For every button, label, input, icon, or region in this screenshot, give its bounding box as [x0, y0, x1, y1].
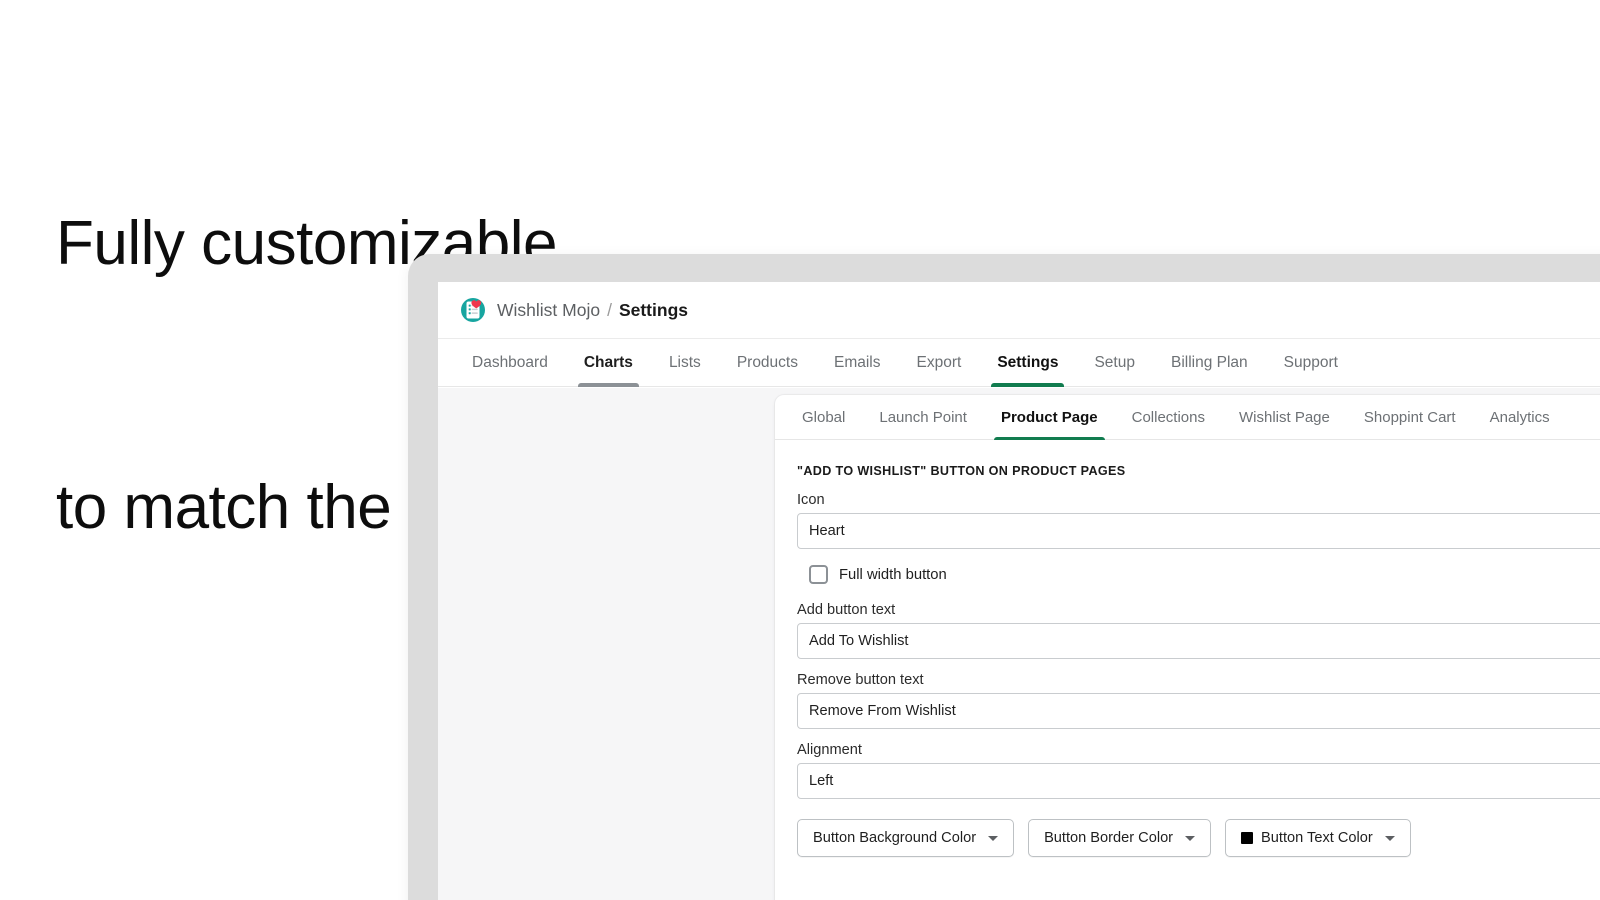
- section-heading: "ADD TO WISHLIST" BUTTON ON PRODUCT PAGE…: [797, 464, 1126, 478]
- sub-tab-underline: [872, 437, 974, 440]
- icon-select-value: Heart: [809, 523, 845, 539]
- sub-tab-launch-point[interactable]: Launch Point: [862, 395, 984, 439]
- nav-tab-products[interactable]: Products: [719, 339, 816, 386]
- nav-tab-label: Charts: [583, 353, 633, 371]
- nav-tab-setup[interactable]: Setup: [1076, 339, 1153, 386]
- sub-tab-label: Shoppint Cart: [1363, 408, 1456, 426]
- full-width-button-checkbox-row[interactable]: Full width button: [809, 565, 1600, 584]
- nav-tab-underline: [911, 383, 968, 387]
- nav-tab-export[interactable]: Export: [899, 339, 980, 386]
- nav-tab-support[interactable]: Support: [1266, 339, 1356, 386]
- nav-tab-label: Products: [736, 353, 798, 371]
- button-border-color-picker[interactable]: Button Border Color: [1028, 819, 1212, 857]
- button-text-color-label: Button Text Color: [1261, 830, 1373, 846]
- nav-tab-underline: [663, 383, 707, 387]
- color-swatch-icon: [1241, 832, 1254, 844]
- alignment-select[interactable]: Left: [797, 763, 1600, 799]
- button-border-color-label: Button Border Color: [1044, 830, 1174, 846]
- primary-nav-tabs: Dashboard Charts Lists Products Emails E…: [438, 339, 1600, 387]
- settings-card: Global Launch Point Product Page Collect…: [775, 395, 1600, 900]
- product-page-settings-form: "ADD TO WISHLIST" BUTTON ON PRODUCT PAGE…: [775, 440, 1600, 867]
- chevron-down-icon: [1185, 835, 1196, 841]
- add-button-text-value: Add To Wishlist: [809, 633, 909, 649]
- nav-tab-charts[interactable]: Charts: [566, 339, 651, 387]
- settings-sub-tabs: Global Launch Point Product Page Collect…: [775, 395, 1600, 440]
- chevron-down-icon: [988, 835, 999, 841]
- color-picker-button-row: Button Background Color Button Border Co…: [797, 819, 1600, 857]
- nav-tab-underline: [577, 383, 639, 387]
- sub-tab-analytics[interactable]: Analytics: [1473, 395, 1567, 439]
- full-width-button-checkbox[interactable]: [809, 565, 828, 584]
- nav-tab-emails[interactable]: Emails: [816, 339, 899, 386]
- nav-tab-label: Support: [1283, 353, 1338, 371]
- sub-tab-underline: [1232, 437, 1337, 440]
- sub-tab-label: Collections: [1131, 408, 1205, 426]
- nav-tab-label: Emails: [833, 353, 881, 371]
- sub-tab-global[interactable]: Global: [785, 395, 862, 439]
- alignment-value: Left: [809, 773, 834, 789]
- nav-tab-label: Settings: [997, 353, 1059, 371]
- breadcrumb-separator: /: [607, 299, 612, 320]
- nav-tab-label: Lists: [668, 353, 701, 371]
- icon-field-label: Icon: [797, 492, 825, 508]
- field-alignment: Alignment Left: [797, 742, 1600, 799]
- remove-button-text-input[interactable]: Remove From Wishlist: [797, 693, 1600, 729]
- sub-tab-collections[interactable]: Collections: [1115, 395, 1222, 439]
- sub-tab-label: Global: [802, 408, 846, 426]
- nav-tab-underline: [1278, 383, 1344, 387]
- nav-tab-label: Billing Plan: [1170, 353, 1248, 371]
- sub-tab-underline: [1125, 437, 1212, 440]
- alignment-label: Alignment: [797, 742, 862, 758]
- app-body: Global Launch Point Product Page Collect…: [438, 388, 1600, 900]
- breadcrumb-current-page: Settings: [618, 299, 688, 320]
- nav-tab-underline: [1088, 383, 1141, 387]
- device-screen: Wishlist Mojo / Settings Dashboard Chart…: [438, 282, 1600, 900]
- app-topbar: Wishlist Mojo / Settings: [438, 282, 1600, 339]
- nav-tab-dashboard[interactable]: Dashboard: [454, 339, 566, 386]
- sub-tab-underline: [1357, 437, 1463, 440]
- sub-tab-product-page[interactable]: Product Page: [984, 395, 1115, 440]
- nav-tab-settings[interactable]: Settings: [979, 339, 1076, 387]
- nav-tab-label: Dashboard: [472, 353, 548, 371]
- sub-tab-underline: [1483, 437, 1557, 440]
- button-text-color-picker[interactable]: Button Text Color: [1225, 819, 1411, 857]
- sub-tab-label: Analytics: [1489, 408, 1550, 426]
- sub-tab-label: Wishlist Page: [1239, 408, 1330, 426]
- button-background-color-label: Button Background Color: [813, 830, 977, 846]
- nav-tab-billing-plan[interactable]: Billing Plan: [1153, 339, 1266, 386]
- device-mockup-frame: Wishlist Mojo / Settings Dashboard Chart…: [408, 254, 1600, 900]
- field-icon: Icon Heart: [797, 492, 1600, 549]
- remove-button-text-value: Remove From Wishlist: [809, 703, 956, 719]
- breadcrumb: Wishlist Mojo / Settings: [497, 300, 688, 321]
- wishlist-clipboard-heart-logo-icon: [460, 297, 486, 323]
- sub-tab-label: Launch Point: [879, 408, 967, 426]
- nav-tab-underline: [731, 383, 804, 387]
- chevron-down-icon: [1384, 835, 1395, 841]
- nav-tab-underline: [828, 383, 887, 387]
- full-width-button-label: Full width button: [839, 566, 947, 583]
- add-button-text-input[interactable]: Add To Wishlist: [797, 623, 1600, 659]
- nav-tab-label: Export: [916, 353, 962, 371]
- icon-select[interactable]: Heart: [797, 513, 1600, 549]
- nav-tab-underline: [1165, 383, 1254, 387]
- nav-tab-underline: [991, 383, 1065, 387]
- sub-tab-shopping-cart[interactable]: Shoppint Cart: [1347, 395, 1473, 439]
- sub-tab-wishlist-page[interactable]: Wishlist Page: [1222, 395, 1347, 439]
- nav-tab-lists[interactable]: Lists: [651, 339, 719, 386]
- nav-tab-underline: [466, 383, 554, 387]
- add-button-text-label: Add button text: [797, 602, 896, 618]
- nav-tab-label: Setup: [1094, 353, 1135, 371]
- sub-tab-underline: [795, 437, 852, 440]
- field-remove-button-text: Remove button text Remove From Wishlist: [797, 672, 1600, 729]
- button-background-color-picker[interactable]: Button Background Color: [797, 819, 1015, 857]
- field-add-button-text: Add button text Add To Wishlist: [797, 602, 1600, 659]
- sub-tab-label: Product Page: [1000, 408, 1098, 426]
- remove-button-text-label: Remove button text: [797, 672, 924, 688]
- breadcrumb-app-name[interactable]: Wishlist Mojo: [497, 300, 600, 321]
- sub-tab-underline: [993, 437, 1105, 440]
